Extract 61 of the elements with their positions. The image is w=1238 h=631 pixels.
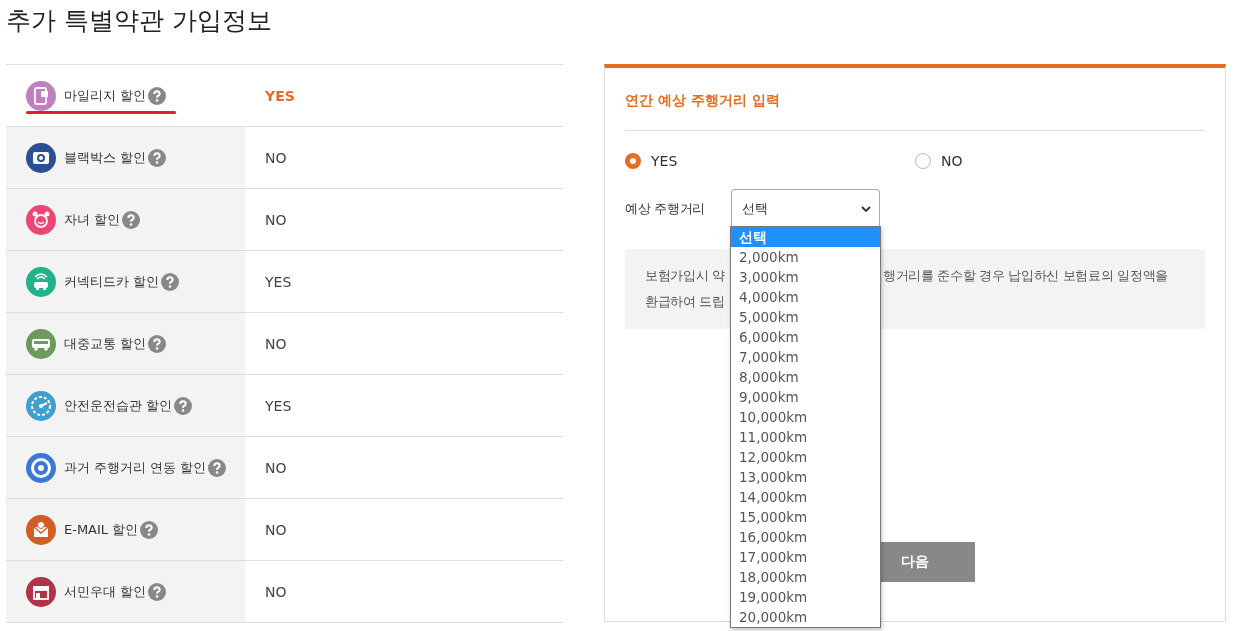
panel-title: 연간 예상 주행거리 입력: [625, 68, 1205, 131]
discount-value: NO: [265, 459, 287, 476]
radio-option[interactable]: NO: [915, 153, 1205, 169]
dropdown-option[interactable]: 20,000km: [731, 607, 880, 627]
discount-label-cell[interactable]: 과거 주행거리 연동 할인: [6, 437, 245, 498]
dropdown-option[interactable]: 9,000km: [731, 387, 880, 407]
dropdown-option[interactable]: 3,000km: [731, 267, 880, 287]
help-icon[interactable]: [122, 210, 141, 229]
info-text: 행거리를 준수할 경우 납입하신 보험료의 일정액을: [883, 267, 1169, 285]
discount-value: YES: [265, 273, 292, 290]
discount-name: 블랙박스 할인: [64, 148, 147, 167]
discount-name: 자녀 할인: [64, 210, 121, 229]
discount-value: YES: [265, 397, 292, 414]
discount-label-cell[interactable]: 자녀 할인: [6, 189, 245, 250]
discount-label-cell[interactable]: 안전운전습관 할인: [6, 375, 245, 436]
discount-name: E-MAIL 할인: [64, 520, 139, 539]
help-icon[interactable]: [148, 148, 167, 167]
help-icon[interactable]: [148, 86, 167, 105]
info-text: 보험가입시 약: [645, 267, 726, 285]
discount-label-cell[interactable]: 커넥티드카 할인: [6, 251, 245, 312]
info-text: 환급하여 드립: [645, 293, 726, 311]
discount-name: 대중교통 할인: [64, 334, 147, 353]
dropdown-option[interactable]: 10,000km: [731, 407, 880, 427]
chevron-down-icon: [861, 204, 871, 213]
discount-value: NO: [265, 149, 287, 166]
discount-name: 서민우대 할인: [64, 582, 147, 601]
dropdown-option[interactable]: 15,000km: [731, 507, 880, 527]
distance-select[interactable]: 선택: [731, 189, 880, 228]
discount-value: NO: [265, 335, 287, 352]
help-icon[interactable]: [148, 582, 167, 601]
dropdown-option[interactable]: 8,000km: [731, 367, 880, 387]
discount-label-cell[interactable]: 대중교통 할인: [6, 313, 245, 374]
help-icon[interactable]: [208, 458, 227, 477]
dropdown-option[interactable]: 13,000km: [731, 467, 880, 487]
discount-value: NO: [265, 211, 287, 228]
dropdown-option[interactable]: 19,000km: [731, 587, 880, 607]
help-icon[interactable]: [161, 272, 180, 291]
page-title: 추가 특별약관 가입정보: [5, 5, 273, 37]
dropdown-option[interactable]: 5,000km: [731, 307, 880, 327]
dropdown-option[interactable]: 4,000km: [731, 287, 880, 307]
discount-value: NO: [265, 521, 287, 538]
discount-value: YES: [265, 87, 295, 104]
help-icon[interactable]: [140, 520, 159, 539]
dropdown-option[interactable]: 2,000km: [731, 247, 880, 267]
discount-label-cell[interactable]: 블랙박스 할인: [6, 127, 245, 188]
discount-label-cell[interactable]: E-MAIL 할인: [6, 499, 245, 560]
discount-name: 커넥티드카 할인: [64, 272, 160, 291]
dropdown-option[interactable]: 7,000km: [731, 347, 880, 367]
discount-name: 안전운전습관 할인: [64, 396, 173, 415]
discount-value: NO: [265, 583, 287, 600]
radio-option[interactable]: YES: [625, 153, 915, 169]
help-icon[interactable]: [148, 334, 167, 353]
dropdown-option[interactable]: 11,000km: [731, 427, 880, 447]
distance-label: 예상 주행거리: [625, 199, 707, 218]
help-icon[interactable]: [174, 396, 193, 415]
discount-label-cell[interactable]: 서민우대 할인: [6, 561, 245, 622]
dropdown-option[interactable]: 6,000km: [731, 327, 880, 347]
discount-name: 과거 주행거리 연동 할인: [64, 458, 207, 477]
dropdown-option[interactable]: 12,000km: [731, 447, 880, 467]
discount-name: 마일리지 할인: [64, 86, 147, 105]
dropdown-option[interactable]: 14,000km: [731, 487, 880, 507]
